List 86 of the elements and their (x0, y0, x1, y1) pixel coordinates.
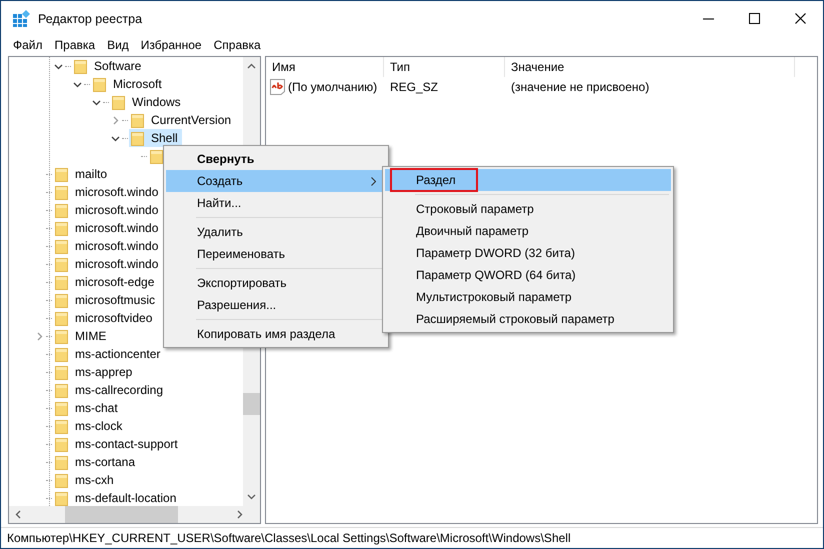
scroll-down-icon[interactable] (247, 494, 256, 500)
menu-item[interactable]: Правка (48, 38, 102, 52)
folder-icon (55, 418, 69, 434)
folder-icon (55, 310, 69, 326)
table-cell-text: REG_SZ (389, 80, 440, 94)
column-header[interactable]: Значение (505, 57, 795, 78)
folder-icon (55, 184, 69, 200)
string-value-icon (270, 79, 285, 96)
folder-icon (131, 112, 145, 128)
folder-icon (55, 490, 69, 506)
folder-icon (55, 166, 69, 182)
close-icon[interactable] (794, 13, 806, 24)
menu-item[interactable]: Мультистроковый параметр (385, 286, 671, 308)
menu-item[interactable]: Двоичный параметр (385, 220, 671, 242)
column-header[interactable]: Тип (384, 57, 505, 78)
tree-item[interactable]: microsoft-edge (75, 275, 156, 290)
tree-item[interactable]: CurrentVersion (151, 113, 234, 128)
tree-item[interactable]: MIME (75, 329, 108, 344)
table-cell: (По умолчанию) (288, 80, 378, 94)
menu-item[interactable]: Переименовать (166, 243, 386, 265)
scroll-thumb[interactable] (243, 393, 260, 416)
tree-item[interactable]: microsoft.windo (75, 239, 160, 254)
folder-icon (55, 472, 69, 488)
folder-icon (131, 130, 145, 146)
menu-item[interactable]: Найти... (166, 192, 386, 214)
folder-icon (55, 274, 69, 290)
tree-item[interactable]: ms-cxh (75, 473, 116, 488)
menu-item[interactable]: Файл (7, 38, 49, 52)
tree-item[interactable]: microsoftmusic (75, 293, 158, 308)
tree-item[interactable]: microsoft.windo (75, 185, 160, 200)
tree-item[interactable]: ms-default-location (75, 491, 178, 506)
folder-icon (55, 346, 69, 362)
table-row[interactable]: (По умолчанию) REG_SZ (значение не присвоено) (266, 77, 817, 98)
scroll-right-icon[interactable] (237, 510, 243, 520)
folder-icon (55, 220, 69, 236)
menu-item[interactable]: Разрешения... (166, 294, 386, 316)
menu-item[interactable]: Свернуть (166, 148, 386, 170)
menu-item[interactable]: Экспортировать (166, 272, 386, 294)
folder-icon (55, 238, 69, 254)
scroll-up-icon[interactable] (247, 63, 256, 70)
window-title: Редактор реестра (38, 12, 142, 26)
tree-item[interactable]: ms-apprep (75, 365, 134, 380)
folder-icon (55, 328, 69, 344)
folder-icon (55, 202, 69, 218)
tree-item[interactable]: microsoft.windo (75, 257, 160, 272)
folder-icon (55, 256, 69, 272)
folder-icon (93, 76, 107, 92)
folder-icon (55, 454, 69, 470)
menu-item[interactable]: Вид (101, 38, 135, 52)
tree-item[interactable]: Microsoft (113, 77, 164, 92)
folder-icon (112, 94, 126, 110)
tree-item[interactable]: ms-actioncenter (75, 347, 162, 362)
folder-icon (55, 400, 69, 416)
folder-icon (55, 436, 69, 452)
table-cell-text: (значение не присвоено) (510, 80, 650, 94)
menu-item[interactable]: Параметр DWORD (32 бита) (385, 242, 671, 264)
menu-item[interactable]: Удалить (166, 221, 386, 243)
scroll-thumb[interactable] (65, 506, 178, 524)
maximize-icon[interactable] (748, 13, 760, 24)
folder-icon (55, 364, 69, 380)
tree-item[interactable]: ms-clock (75, 419, 124, 434)
menu-item[interactable]: Параметр QWORD (64 бита) (385, 264, 671, 286)
registry-icon (12, 10, 30, 28)
tree-item[interactable]: ms-cortana (75, 455, 138, 470)
horizontal-scrollbar[interactable] (9, 506, 260, 524)
menu-item[interactable]: Расширяемый строковый параметр (385, 308, 671, 330)
tree-item[interactable]: Windows (132, 95, 183, 110)
folder-icon (55, 292, 69, 308)
menu-item[interactable]: Копировать имя раздела (166, 323, 386, 345)
tree-item[interactable]: microsoft.windo (75, 203, 160, 218)
menu-item[interactable]: Избранное (134, 38, 208, 52)
menu-item[interactable]: Раздел (385, 169, 671, 191)
tree-item[interactable]: microsoftvideo (75, 311, 154, 326)
scroll-left-icon[interactable] (15, 510, 21, 520)
folder-icon (55, 382, 69, 398)
tree-item[interactable]: microsoft.windo (75, 221, 160, 236)
tree-item[interactable]: mailto (75, 167, 110, 182)
tree-item[interactable]: Software (94, 59, 144, 74)
tree-item[interactable]: ms-callrecording (75, 383, 166, 398)
menu-item[interactable]: Строковый параметр (385, 198, 671, 220)
menu-item[interactable]: Справка (208, 38, 267, 52)
column-header[interactable]: Имя (266, 57, 384, 78)
tree-item[interactable]: ms-chat (75, 401, 120, 416)
tree-item[interactable]: ms-contact-support (75, 437, 180, 452)
folder-icon (74, 58, 88, 74)
status-path: Компьютер\HKEY_CURRENT_USER\Software\Classes\Local Settings\Software\Microsoft\Windows\Shell (7, 531, 571, 546)
